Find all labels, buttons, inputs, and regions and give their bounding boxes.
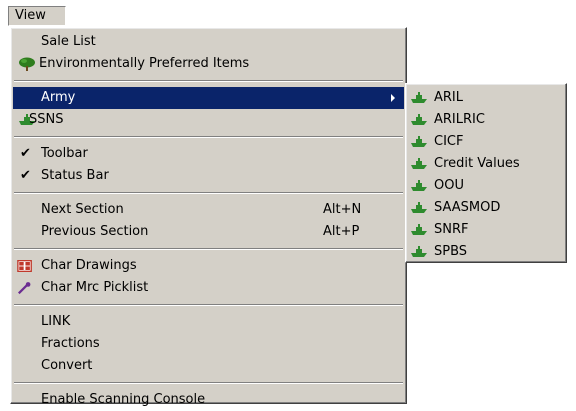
ship-icon bbox=[411, 158, 427, 169]
menu-separator bbox=[14, 136, 403, 138]
menu-item-army[interactable]: Army bbox=[13, 87, 404, 109]
submenu-item[interactable]: Credit Values bbox=[406, 153, 566, 175]
tree-icon bbox=[19, 57, 35, 71]
ship-icon bbox=[411, 114, 427, 125]
ship-icon bbox=[411, 224, 427, 235]
menu-item-shortcut: Alt+P bbox=[323, 224, 360, 239]
menu-item-label: Previous Section bbox=[41, 224, 149, 239]
menu-item-next-section[interactable]: Next Section Alt+N bbox=[11, 199, 406, 221]
submenu-item[interactable]: ARIL bbox=[406, 87, 566, 109]
submenu-item-label: SNRF bbox=[434, 222, 469, 237]
army-submenu: ARIL ARILRIC CICF Credit Values OOU SAASMOD SN… bbox=[405, 83, 567, 263]
menu-item-previous-section[interactable]: Previous Section Alt+P bbox=[11, 221, 406, 243]
submenu-item-label: OOU bbox=[434, 178, 464, 193]
submenu-item-label: SPBS bbox=[434, 244, 468, 259]
ship-icon bbox=[411, 180, 427, 191]
menu-item-label: Next Section bbox=[41, 202, 124, 217]
menu-item-label: Status Bar bbox=[41, 168, 109, 183]
menu-separator bbox=[14, 304, 403, 306]
menu-item-ssns[interactable]: SSNS bbox=[11, 109, 406, 131]
menu-item-label: Char Drawings bbox=[41, 258, 137, 273]
submenu-item[interactable]: CICF bbox=[406, 131, 566, 153]
menu-item-label: SSNS bbox=[29, 112, 64, 127]
menu-item-label: Convert bbox=[41, 358, 93, 373]
submenu-item[interactable]: SNRF bbox=[406, 219, 566, 241]
menu-item-label: Army bbox=[41, 90, 76, 105]
submenu-item-label: ARILRIC bbox=[434, 112, 485, 127]
submenu-item-label: SAASMOD bbox=[434, 200, 501, 215]
menu-separator bbox=[14, 192, 403, 194]
submenu-item-label: Credit Values bbox=[434, 156, 520, 171]
menu-item-label: Sale List bbox=[41, 34, 96, 49]
menu-item-environmentally-preferred[interactable]: Environmentally Preferred Items bbox=[11, 53, 406, 75]
submenu-item-label: CICF bbox=[434, 134, 464, 149]
ship-icon bbox=[411, 92, 427, 103]
menu-item-label: Enable Scanning Console bbox=[41, 392, 206, 407]
menu-item-char-drawings[interactable]: Char Drawings bbox=[11, 255, 406, 277]
ship-icon bbox=[411, 246, 427, 257]
menu-item-label: Environmentally Preferred Items bbox=[39, 56, 250, 71]
menu-separator bbox=[14, 248, 403, 250]
menu-item-shortcut: Alt+N bbox=[323, 202, 362, 217]
magic-wand-icon bbox=[17, 282, 31, 295]
menu-item-status-bar[interactable]: ✔ Status Bar bbox=[11, 165, 406, 187]
menu-item-sale-list[interactable]: Sale List bbox=[11, 31, 406, 53]
menu-separator bbox=[14, 80, 403, 82]
submenu-item[interactable]: SPBS bbox=[406, 241, 566, 263]
view-menu: Sale List Environmentally Preferred Item… bbox=[10, 27, 407, 407]
menu-item-char-mrc-picklist[interactable]: Char Mrc Picklist bbox=[11, 277, 406, 299]
ship-icon bbox=[411, 136, 427, 147]
menu-separator bbox=[14, 382, 403, 384]
menu-item-label: Fractions bbox=[41, 336, 100, 351]
menu-item-label: LINK bbox=[41, 314, 71, 329]
ship-icon bbox=[411, 202, 427, 213]
menu-item-link[interactable]: LINK bbox=[11, 311, 406, 333]
drawings-grid-icon bbox=[17, 260, 32, 272]
menu-item-toolbar[interactable]: ✔ Toolbar bbox=[11, 143, 406, 165]
menu-item-fractions[interactable]: Fractions bbox=[11, 333, 406, 355]
checkmark-icon: ✔ bbox=[20, 168, 31, 183]
menu-item-enable-scanning-console[interactable]: Enable Scanning Console bbox=[11, 389, 406, 411]
menu-item-convert[interactable]: Convert bbox=[11, 355, 406, 377]
view-menu-button[interactable]: View bbox=[8, 6, 66, 26]
menu-item-label: Toolbar bbox=[41, 146, 88, 161]
checkmark-icon: ✔ bbox=[20, 146, 31, 161]
submenu-item[interactable]: SAASMOD bbox=[406, 197, 566, 219]
submenu-arrow-icon bbox=[391, 94, 395, 102]
submenu-item-label: ARIL bbox=[434, 90, 464, 105]
menu-item-label: Char Mrc Picklist bbox=[41, 280, 149, 295]
submenu-item[interactable]: OOU bbox=[406, 175, 566, 197]
submenu-item[interactable]: ARILRIC bbox=[406, 109, 566, 131]
